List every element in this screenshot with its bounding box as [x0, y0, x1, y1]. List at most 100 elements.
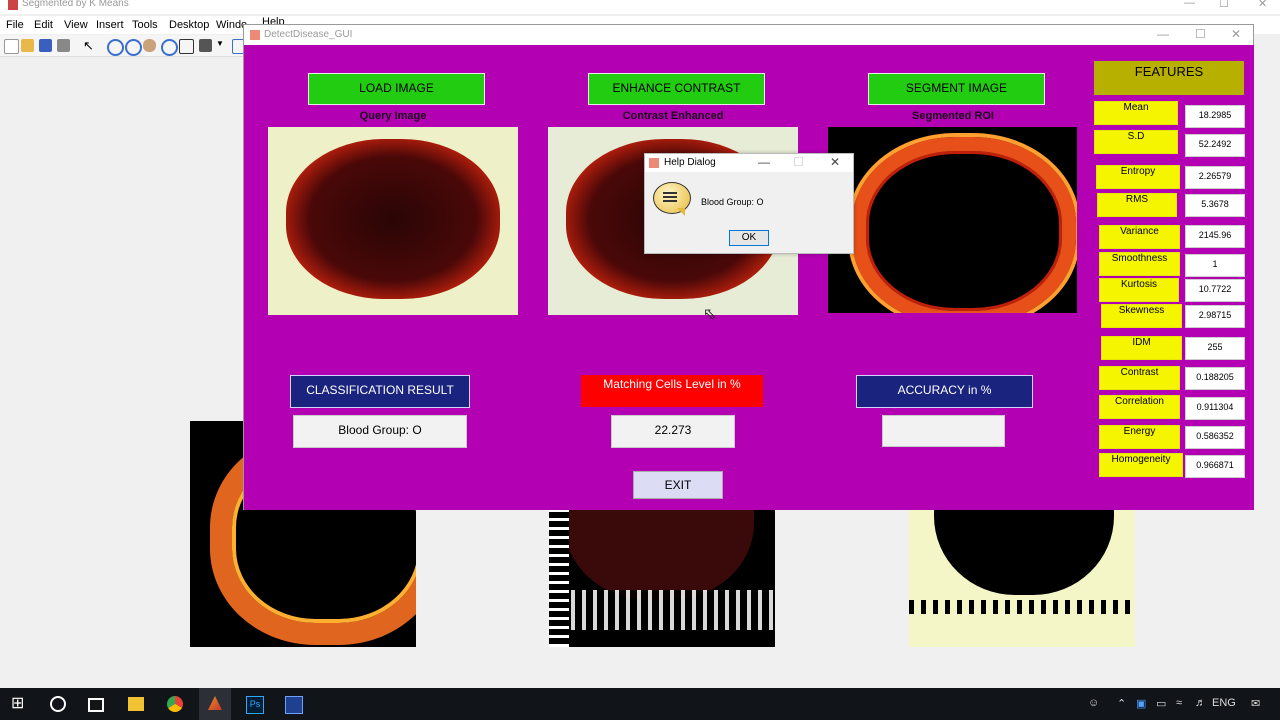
bg-segmented-cluster-3	[909, 510, 1135, 647]
photoshop-icon[interactable]: Ps	[246, 696, 264, 714]
feature-label-contrast: Contrast	[1099, 366, 1180, 390]
pointer-icon[interactable]: ↖	[83, 39, 96, 52]
matlab-figure-icon	[250, 30, 260, 40]
feature-value-entropy[interactable]: 2.26579	[1185, 166, 1245, 189]
query-image	[268, 127, 518, 315]
help-dialog-titlebar[interactable]: Help Dialog — ☐ ✕	[645, 154, 853, 172]
feature-label-homogeneity: Homogeneity	[1099, 453, 1183, 477]
language-indicator[interactable]: ENG	[1212, 697, 1236, 709]
zoom-out-icon[interactable]	[125, 39, 142, 56]
chevron-up-icon[interactable]: ⌃	[1117, 697, 1126, 710]
zoom-in-icon[interactable]	[107, 39, 124, 56]
wifi-icon[interactable]: ≈	[1176, 697, 1182, 709]
volume-icon[interactable]: ♬	[1195, 697, 1206, 709]
feature-value-homogeneity[interactable]: 0.966871	[1185, 455, 1245, 478]
feature-label-smoothness: Smoothness	[1099, 252, 1180, 276]
data-cursor-icon[interactable]	[179, 39, 194, 54]
feature-label-variance: Variance	[1099, 225, 1180, 249]
notifications-icon[interactable]: ✉	[1251, 697, 1260, 710]
maximize-icon[interactable]: ☐	[1219, 0, 1229, 10]
feature-label-entropy: Entropy	[1096, 165, 1180, 189]
classification-result-button[interactable]: CLASSIFICATION RESULT	[290, 375, 470, 408]
bluetooth-icon[interactable]: ▣	[1136, 697, 1146, 710]
taskbar: ⊞ Ps ☺ ⌃ ▣ ▭ ≈ ♬ ENG ✉	[0, 688, 1280, 720]
feature-value-energy[interactable]: 0.586352	[1185, 426, 1245, 449]
feature-label-correlation: Correlation	[1099, 395, 1180, 419]
task-view-icon[interactable]	[88, 698, 104, 712]
feature-label-mean: Mean	[1094, 101, 1178, 125]
feature-label-sd: S.D	[1094, 130, 1178, 154]
feature-value-mean[interactable]: 18.2985	[1185, 105, 1245, 128]
feature-label-rms: RMS	[1097, 193, 1177, 217]
gui-title: DetectDisease_GUI	[264, 29, 353, 40]
feature-value-kurtosis[interactable]: 10.7722	[1185, 279, 1245, 302]
contrast-enhanced-title: Contrast Enhanced	[622, 110, 724, 122]
accuracy-field[interactable]	[882, 415, 1005, 447]
windows-start-icon[interactable]: ⊞	[11, 696, 27, 712]
feature-value-rms[interactable]: 5.3678	[1185, 194, 1245, 217]
close-icon[interactable]: ✕	[830, 155, 840, 169]
feature-label-skewness: Skewness	[1101, 304, 1182, 328]
minimize-icon[interactable]: —	[1157, 27, 1169, 41]
segment-image-button[interactable]: SEGMENT IMAGE	[868, 73, 1045, 105]
close-icon[interactable]: ✕	[1231, 27, 1241, 41]
rotate-icon[interactable]	[161, 39, 178, 56]
battery-icon[interactable]: ▭	[1156, 697, 1166, 710]
exit-button[interactable]: EXIT	[633, 471, 723, 499]
remote-desktop-icon[interactable]	[285, 696, 303, 714]
new-figure-icon[interactable]	[4, 39, 19, 54]
load-image-button[interactable]: LOAD IMAGE	[308, 73, 485, 105]
menu-insert[interactable]: Insert	[96, 19, 124, 31]
matlab-taskbar-button[interactable]	[199, 688, 231, 720]
feature-value-correlation[interactable]: 0.911304	[1185, 397, 1245, 420]
chrome-icon[interactable]	[167, 696, 183, 712]
file-explorer-icon[interactable]	[128, 697, 144, 711]
help-speech-bubble-icon	[653, 182, 691, 216]
segmented-roi-title: Segmented ROI	[912, 110, 994, 122]
chevron-down-icon[interactable]: ▼	[216, 39, 229, 52]
save-icon[interactable]	[39, 39, 52, 52]
matching-level-field[interactable]: 22.273	[611, 415, 735, 448]
background-window-title: Segmented by K Means	[22, 0, 129, 9]
mouse-cursor-icon: ⬁	[703, 306, 717, 323]
help-dialog-message: Blood Group: O	[701, 197, 764, 207]
matlab-icon	[208, 696, 222, 710]
feature-value-sd[interactable]: 52.2492	[1185, 134, 1245, 157]
accuracy-button[interactable]: ACCURACY in %	[856, 375, 1033, 408]
ok-button[interactable]: OK	[729, 230, 769, 246]
matching-cells-label: Matching Cells Level in %	[581, 375, 763, 407]
menu-view[interactable]: View	[64, 19, 88, 31]
feature-value-smoothness[interactable]: 1	[1185, 254, 1245, 277]
feature-label-kurtosis: Kurtosis	[1099, 278, 1179, 302]
features-title: FEATURES	[1094, 61, 1244, 95]
feature-value-idm[interactable]: 255	[1185, 337, 1245, 360]
menu-file[interactable]: File	[6, 19, 24, 31]
search-icon[interactable]	[50, 696, 66, 712]
menu-edit[interactable]: Edit	[34, 19, 53, 31]
brush-icon[interactable]	[199, 39, 212, 52]
minimize-icon[interactable]: —	[758, 155, 770, 169]
classification-result-field[interactable]: Blood Group: O	[293, 415, 467, 448]
minimize-icon[interactable]: —	[1184, 0, 1195, 9]
people-icon[interactable]: ☺	[1088, 697, 1099, 709]
help-dialog-title: Help Dialog	[664, 157, 716, 168]
feature-value-contrast[interactable]: 0.188205	[1185, 367, 1245, 390]
maximize-icon: ☐	[793, 155, 804, 169]
menu-tools[interactable]: Tools	[132, 19, 158, 31]
bg-segmented-cluster-2	[549, 510, 775, 647]
enhance-contrast-button[interactable]: ENHANCE CONTRAST	[588, 73, 765, 105]
menu-desktop[interactable]: Desktop	[169, 19, 209, 31]
feature-value-variance[interactable]: 2145.96	[1185, 225, 1245, 248]
detect-disease-window: DetectDisease_GUI — ☐ ✕ LOAD IMAGE ENHAN…	[243, 24, 1254, 510]
gui-titlebar[interactable]: DetectDisease_GUI — ☐ ✕	[244, 25, 1253, 45]
feature-value-skewness[interactable]: 2.98715	[1185, 305, 1245, 328]
pan-icon[interactable]	[143, 39, 156, 52]
maximize-icon[interactable]: ☐	[1195, 27, 1206, 41]
segmented-roi-image	[828, 127, 1077, 313]
close-icon[interactable]: ✕	[1258, 0, 1267, 10]
print-icon[interactable]	[57, 39, 70, 52]
figure-toolbar: ↖ ▼	[0, 35, 250, 57]
open-icon[interactable]	[21, 39, 34, 52]
background-window-titlebar[interactable]: Segmented by K Means — ☐ ✕	[0, 0, 1280, 14]
matlab-figure-icon	[8, 0, 18, 10]
